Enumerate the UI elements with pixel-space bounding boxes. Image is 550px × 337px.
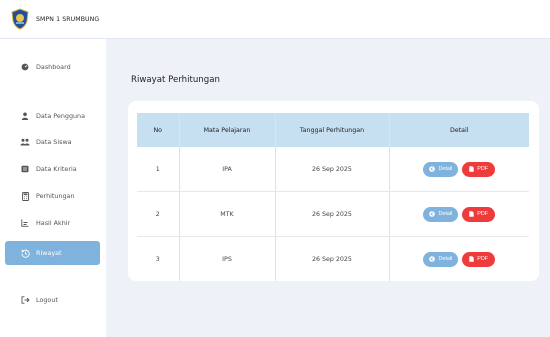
pdf-button-label: PDF <box>477 166 489 172</box>
sidebar-item-label: Data Siswa <box>36 138 72 146</box>
calculator-icon <box>18 191 32 201</box>
sidebar-item-label: Hasil Akhir <box>36 219 71 227</box>
pdf-button-label: PDF <box>477 256 489 262</box>
cell-date: 26 Sep 2025 <box>275 191 390 237</box>
detail-button-label: Detail <box>438 166 453 172</box>
sidebar: Dashboard Data Pengguna Data Siswa Data … <box>0 39 106 337</box>
cell-subject: IPA <box>179 147 276 192</box>
sidebar-item-label: Riwayat <box>36 249 62 257</box>
cell-date: 26 Sep 2025 <box>275 236 390 281</box>
chart-icon <box>18 219 32 227</box>
sidebar-item-data-kriteria[interactable]: Data Kriteria <box>5 157 100 181</box>
user-icon <box>18 112 32 120</box>
history-icon <box>18 249 32 258</box>
top-bar: SMPN 1 SRUMBUNG <box>0 0 550 39</box>
column-header-no: No <box>137 113 180 147</box>
pdf-file-icon <box>469 256 474 262</box>
detail-icon <box>429 256 436 262</box>
sidebar-item-label: Data Pengguna <box>36 112 86 120</box>
cell-actions: Detail PDF <box>389 147 529 192</box>
column-header-subject: Mata Pelajaran <box>179 113 276 147</box>
cell-subject: IPS <box>179 236 276 281</box>
cell-subject: MTK <box>179 191 276 237</box>
sidebar-item-perhitungan[interactable]: Perhitungan <box>5 184 100 208</box>
cell-no: 3 <box>137 236 180 281</box>
page-title: Riwayat Perhitungan <box>131 75 220 85</box>
detail-icon <box>429 211 436 217</box>
detail-icon <box>429 166 436 172</box>
cell-no: 1 <box>137 147 180 192</box>
pdf-file-icon <box>469 166 474 172</box>
history-table: No Mata Pelajaran Tanggal Perhitungan De… <box>137 113 529 281</box>
pdf-button[interactable]: PDF <box>462 161 496 177</box>
dashboard-icon <box>18 63 32 71</box>
criteria-icon <box>18 165 32 173</box>
cell-date: 26 Sep 2025 <box>275 147 390 192</box>
detail-button-label: Detail <box>438 256 453 262</box>
history-card: No Mata Pelajaran Tanggal Perhitungan De… <box>128 101 539 281</box>
users-icon <box>18 138 32 146</box>
column-header-date: Tanggal Perhitungan <box>275 113 390 147</box>
cell-no: 2 <box>137 191 180 237</box>
column-header-detail: Detail <box>389 113 529 147</box>
school-logo-icon <box>9 8 31 30</box>
detail-button[interactable]: Detail <box>423 161 459 177</box>
table-row: 1 IPA 26 Sep 2025 Detail PDF <box>137 147 529 192</box>
sidebar-item-label: Dashboard <box>36 63 71 71</box>
logout-icon <box>18 296 32 304</box>
brand-name: SMPN 1 SRUMBUNG <box>36 15 100 23</box>
detail-button[interactable]: Detail <box>423 206 459 222</box>
cell-actions: Detail PDF <box>389 191 529 237</box>
pdf-button-label: PDF <box>477 211 489 217</box>
table-row: 3 IPS 26 Sep 2025 Detail PDF <box>137 236 529 282</box>
pdf-button[interactable]: PDF <box>462 206 496 222</box>
sidebar-item-hasil-akhir[interactable]: Hasil Akhir <box>5 211 100 235</box>
detail-button-label: Detail <box>438 211 453 217</box>
sidebar-item-data-siswa[interactable]: Data Siswa <box>5 130 100 154</box>
sidebar-item-label: Perhitungan <box>36 192 75 200</box>
detail-button[interactable]: Detail <box>423 251 459 267</box>
sidebar-item-data-pengguna[interactable]: Data Pengguna <box>5 104 100 128</box>
cell-actions: Detail PDF <box>389 237 529 282</box>
sidebar-item-logout[interactable]: Logout <box>5 288 100 312</box>
table-header-row: No Mata Pelajaran Tanggal Perhitungan De… <box>137 113 529 147</box>
pdf-file-icon <box>469 211 474 217</box>
table-row: 2 MTK 26 Sep 2025 Detail PDF <box>137 191 529 237</box>
sidebar-item-label: Logout <box>36 296 58 304</box>
sidebar-item-label: Data Kriteria <box>36 165 77 173</box>
sidebar-item-riwayat[interactable]: Riwayat <box>5 241 100 265</box>
pdf-button[interactable]: PDF <box>462 251 496 267</box>
sidebar-item-dashboard[interactable]: Dashboard <box>5 55 100 79</box>
